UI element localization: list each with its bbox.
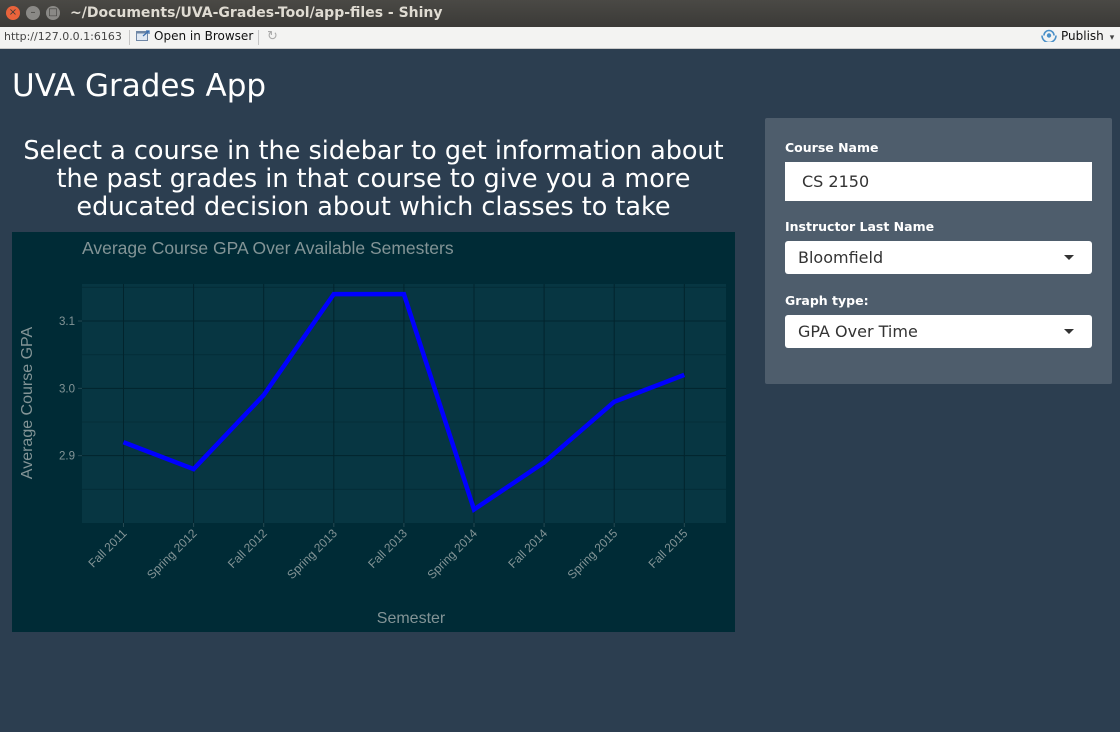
instructor-label: Instructor Last Name: [785, 219, 935, 234]
gpa-line-chart: Average Course GPA Over Available Semest…: [12, 232, 735, 632]
intro-text: Select a course in the sidebar to get in…: [23, 136, 724, 222]
window-minimize-button[interactable]: –: [26, 6, 40, 20]
y-axis-title: Average Course GPA: [19, 326, 36, 479]
viewer-toolbar: http://127.0.0.1:6163 Open in Browser ↻ …: [0, 27, 1120, 49]
chart-title: Average Course GPA Over Available Semest…: [82, 238, 454, 258]
chevron-down-icon: [1064, 255, 1074, 260]
y-tick-label: 3.0: [59, 383, 75, 395]
refresh-icon[interactable]: ↻: [267, 29, 282, 44]
window-titlebar: × – □ ~/Documents/UVA-Grades-Tool/app-fi…: [0, 0, 1120, 27]
publish-label: Publish: [1061, 29, 1104, 43]
url-text: http://127.0.0.1:6163: [4, 30, 122, 43]
publish-dropdown-icon[interactable]: ▾: [1110, 33, 1115, 43]
x-axis-title: Semester: [377, 610, 446, 627]
instructor-select[interactable]: Bloomfield: [785, 241, 1092, 274]
open-browser-icon: [136, 30, 150, 41]
course-name-label: Course Name: [785, 140, 879, 155]
graph-type-select[interactable]: GPA Over Time: [785, 315, 1092, 348]
open-in-browser-label: Open in Browser: [154, 29, 254, 43]
toolbar-separator: [258, 30, 259, 45]
instructor-select-value: Bloomfield: [798, 248, 884, 267]
publish-button[interactable]: Publish ▾: [1041, 29, 1114, 43]
graph-type-label: Graph type:: [785, 293, 869, 308]
course-name-input[interactable]: [785, 162, 1092, 201]
y-tick-label: 2.9: [59, 451, 75, 463]
sidebar-panel: Course Name Instructor Last Name Bloomfi…: [765, 118, 1112, 384]
y-tick-label: 3.1: [59, 316, 75, 328]
window-maximize-button[interactable]: □: [46, 6, 60, 20]
window-title: ~/Documents/UVA-Grades-Tool/app-files - …: [70, 5, 443, 21]
chevron-down-icon: [1064, 329, 1074, 334]
graph-type-select-value: GPA Over Time: [798, 322, 918, 341]
window-close-button[interactable]: ×: [6, 6, 20, 20]
open-in-browser-button[interactable]: Open in Browser: [136, 29, 253, 43]
app-title: UVA Grades App: [12, 68, 267, 104]
toolbar-separator: [129, 30, 130, 45]
publish-icon: [1041, 29, 1057, 42]
